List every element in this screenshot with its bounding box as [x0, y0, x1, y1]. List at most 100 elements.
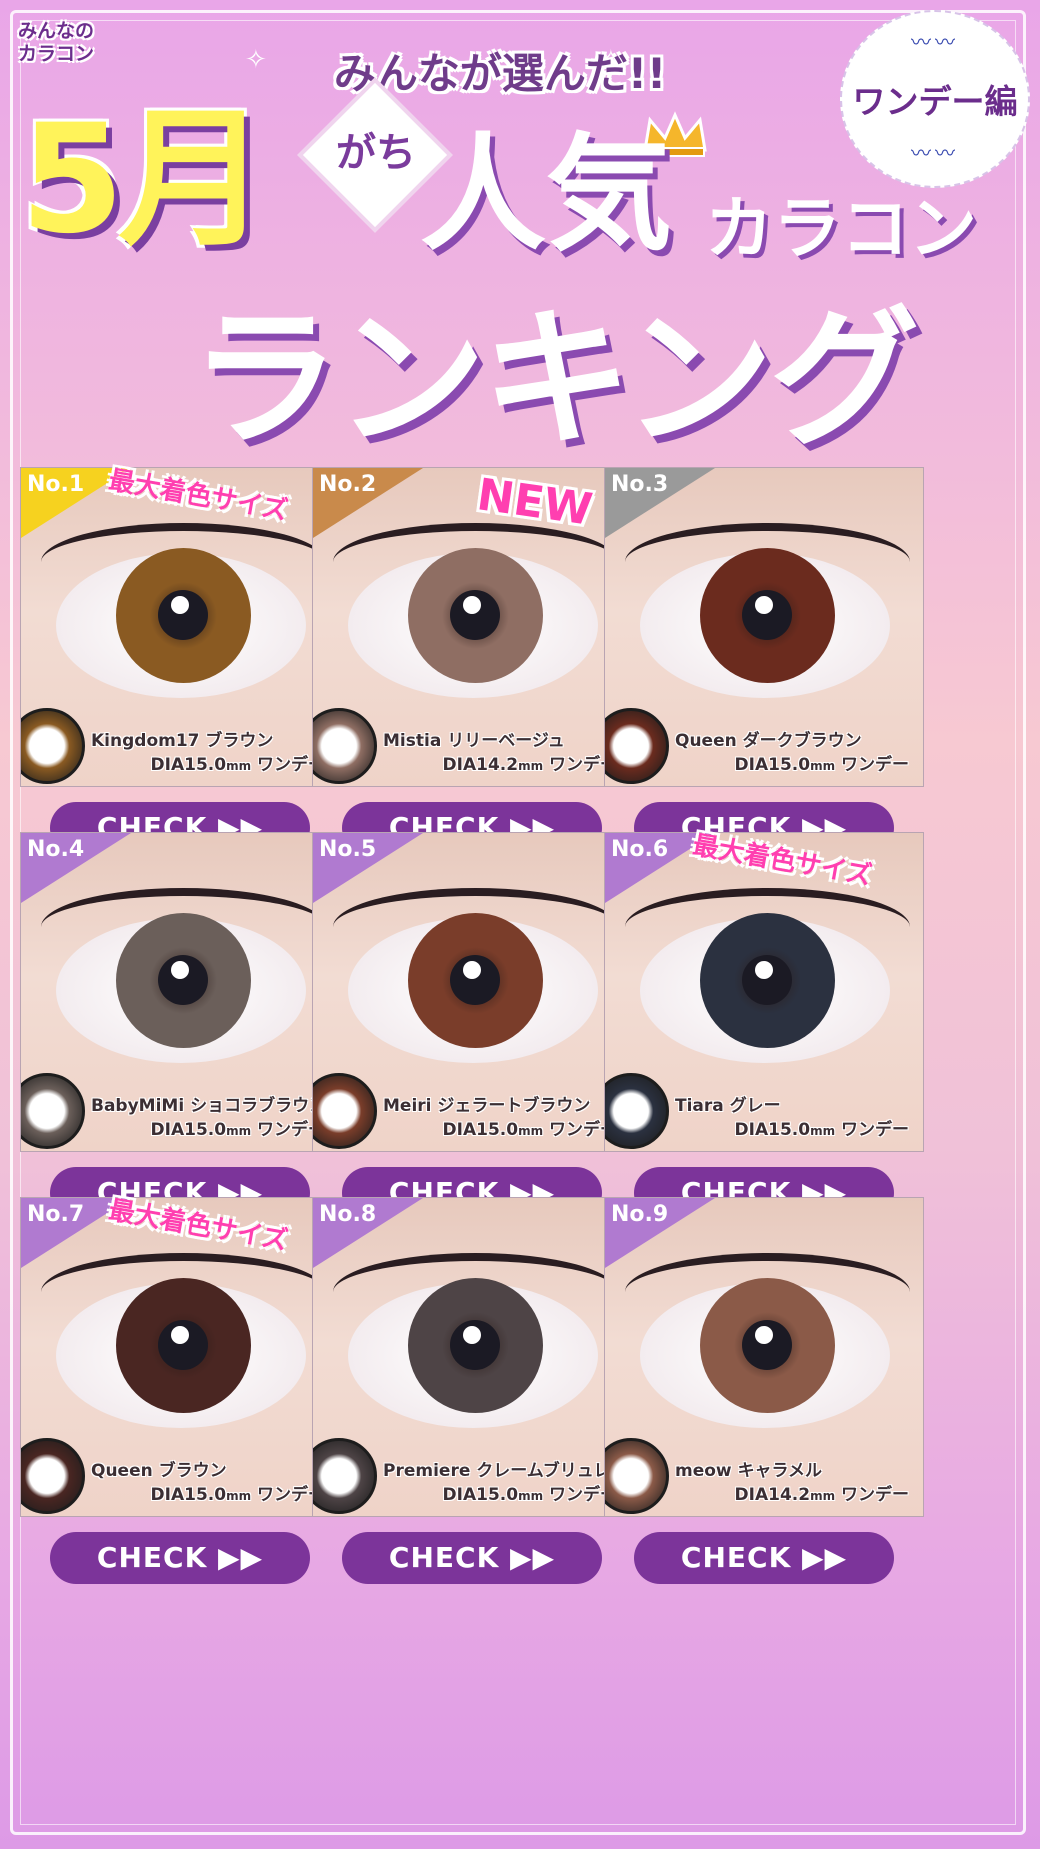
rank-label: No.5: [319, 837, 377, 862]
check-button[interactable]: CHECK ▶▶: [50, 1532, 310, 1584]
product-dia: DIA14.2: [442, 755, 519, 775]
eye-photo[interactable]: No.4 BabyMiMi ショコラブラウン DIA15.0mm ワンデー: [20, 832, 340, 1152]
product-unit: mm: [518, 1124, 544, 1138]
product-brand: Kingdom17: [91, 731, 200, 751]
product-brand: Mistia: [383, 731, 442, 751]
product-type: ワンデー: [841, 1485, 909, 1505]
check-button[interactable]: CHECK ▶▶: [342, 1532, 602, 1584]
karakon-title: カラコン: [705, 190, 978, 269]
lens-thumbnail: [313, 1073, 377, 1149]
product-name: BabyMiMi ショコラブラウン: [91, 1091, 326, 1116]
product-dia: DIA15.0: [150, 755, 227, 775]
ranking-card: No.4 BabyMiMi ショコラブラウン DIA15.0mm ワンデー CH…: [20, 832, 340, 1232]
gachi-label: がち: [336, 130, 416, 176]
product-dia: DIA15.0: [150, 1120, 227, 1140]
product-spec: DIA15.0mm ワンデー: [735, 750, 909, 775]
lens-thumbnail: [313, 1438, 377, 1514]
month-title: 5月: [20, 93, 268, 267]
product-unit: mm: [226, 759, 252, 773]
rank-label: No.4: [27, 837, 85, 862]
product-unit: mm: [810, 1124, 836, 1138]
lens-thumbnail: [21, 1438, 85, 1514]
ranking-card: No.2 Mistia リリーベージュ DIA14.2mm ワンデー CHECK…: [312, 467, 632, 867]
lens-thumbnail: [605, 708, 669, 784]
product-color: グレー: [729, 1096, 781, 1116]
product-type: ワンデー: [841, 1120, 909, 1140]
badge-label: ワンデー編: [852, 82, 1018, 121]
product-brand: Queen: [91, 1461, 153, 1481]
product-name: Queen ダークブラウン: [675, 726, 862, 751]
popular-title: 人気: [420, 121, 672, 268]
product-dia: DIA15.0: [734, 1120, 811, 1140]
ranking-card: No.7 Queen ブラウン DIA15.0mm ワンデー CHECK ▶▶ …: [20, 1195, 340, 1597]
glint: [755, 596, 773, 614]
product-unit: mm: [810, 1489, 836, 1503]
lens-thumbnail: [313, 708, 377, 784]
eye-photo[interactable]: No.5 Meiri ジェラートブラウン DIA15.0mm ワンデー: [312, 832, 632, 1152]
product-brand: meow: [675, 1461, 732, 1481]
ranking-title: ランキング: [190, 293, 920, 467]
product-unit: mm: [810, 759, 836, 773]
ranking-card: No.8 Premiere クレームブリュレ DIA15.0mm ワンデー CH…: [312, 1197, 632, 1597]
product-name: meow キャラメル: [675, 1456, 822, 1481]
product-name: Kingdom17 ブラウン: [91, 726, 273, 751]
product-dia: DIA15.0: [442, 1485, 519, 1505]
ranking-page: みんなのカラコン ✧ ✧ ✦ みんなが選んだ!! 〰〰 ワンデー編 〰〰 5月 …: [0, 0, 1040, 1849]
product-color: キャラメル: [737, 1461, 823, 1481]
lens-thumbnail: [21, 708, 85, 784]
rank-label: No.8: [319, 1202, 377, 1227]
eye-photo[interactable]: No.7 Queen ブラウン DIA15.0mm ワンデー: [20, 1197, 340, 1517]
product-color: ジェラートブラウン: [437, 1096, 591, 1116]
ranking-card: No.6 Tiara グレー DIA15.0mm ワンデー CHECK ▶▶ 最…: [604, 830, 924, 1232]
glint: [463, 961, 481, 979]
product-dia: DIA14.2: [734, 1485, 811, 1505]
product-name: Mistia リリーベージュ: [383, 726, 565, 751]
glint: [755, 961, 773, 979]
product-name: Tiara グレー: [675, 1091, 781, 1116]
lens-thumbnail: [605, 1073, 669, 1149]
product-unit: mm: [226, 1124, 252, 1138]
product-type: ワンデー: [841, 755, 909, 775]
product-brand: BabyMiMi: [91, 1096, 185, 1116]
ranking-card: No.5 Meiri ジェラートブラウン DIA15.0mm ワンデー CHEC…: [312, 832, 632, 1232]
ornament-icon: 〰〰: [911, 141, 959, 165]
product-color: ダークブラウン: [742, 731, 862, 751]
product-color: ブラウン: [205, 731, 274, 751]
ranking-card: No.3 Queen ダークブラウン DIA15.0mm ワンデー CHECK …: [604, 467, 924, 867]
glint: [171, 961, 189, 979]
product-spec: DIA15.0mm ワンデー: [151, 1115, 325, 1140]
product-unit: mm: [518, 1489, 544, 1503]
rank-label: No.2: [319, 472, 377, 497]
product-spec: DIA14.2mm ワンデー: [735, 1480, 909, 1505]
glint: [171, 596, 189, 614]
eye-photo[interactable]: No.8 Premiere クレームブリュレ DIA15.0mm ワンデー: [312, 1197, 632, 1517]
lens-thumbnail: [21, 1073, 85, 1149]
check-button[interactable]: CHECK ▶▶: [634, 1532, 894, 1584]
lens-thumbnail: [605, 1438, 669, 1514]
product-color: クレームブリュレ: [476, 1461, 611, 1481]
glint: [171, 1326, 189, 1344]
product-brand: Queen: [675, 731, 737, 751]
product-color: リリーベージュ: [447, 731, 565, 751]
site-logo[interactable]: みんなのカラコン: [18, 20, 110, 82]
product-brand: Premiere: [383, 1461, 471, 1481]
oneday-badge: 〰〰 ワンデー編 〰〰: [840, 10, 1030, 188]
glint: [463, 1326, 481, 1344]
eye-photo[interactable]: No.1 Kingdom17 ブラウン DIA15.0mm ワンデー: [20, 467, 340, 787]
product-spec: DIA15.0mm ワンデー: [151, 750, 325, 775]
eye-photo[interactable]: No.9 meow キャラメル DIA14.2mm ワンデー: [604, 1197, 924, 1517]
product-spec: DIA15.0mm ワンデー: [735, 1115, 909, 1140]
product-unit: mm: [518, 759, 544, 773]
product-spec: DIA15.0mm ワンデー: [443, 1115, 617, 1140]
eye-photo[interactable]: No.3 Queen ダークブラウン DIA15.0mm ワンデー: [604, 467, 924, 787]
product-unit: mm: [226, 1489, 252, 1503]
product-name: Meiri ジェラートブラウン: [383, 1091, 590, 1116]
product-dia: DIA15.0: [150, 1485, 227, 1505]
glint: [463, 596, 481, 614]
product-name: Premiere クレームブリュレ: [383, 1456, 610, 1481]
product-spec: DIA15.0mm ワンデー: [443, 1480, 617, 1505]
rank-label: No.9: [611, 1202, 669, 1227]
rank-label: No.6: [611, 837, 669, 862]
eye-photo[interactable]: No.6 Tiara グレー DIA15.0mm ワンデー: [604, 832, 924, 1152]
product-dia: DIA15.0: [734, 755, 811, 775]
